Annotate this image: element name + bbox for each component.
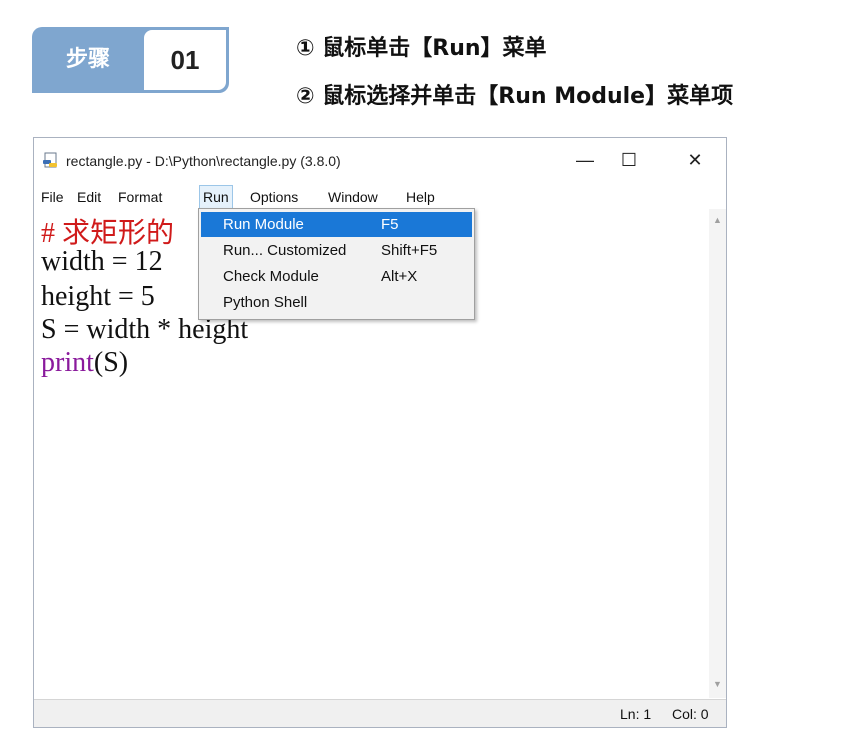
menu-edit[interactable]: Edit — [74, 185, 104, 209]
code-call-args: (S) — [93, 347, 129, 378]
menu-item-shortcut: F5 — [381, 216, 399, 233]
step-number: 01 — [144, 30, 226, 90]
menu-format[interactable]: Format — [115, 185, 165, 209]
scroll-up-icon[interactable]: ▲ — [712, 215, 723, 226]
status-column: Col: 0 — [672, 706, 709, 722]
close-button[interactable]: ✕ — [672, 142, 718, 178]
menu-file[interactable]: File — [38, 185, 67, 209]
menu-item-run-customized[interactable]: Run... Customized Shift+F5 — [201, 238, 472, 263]
code-line-2: width = 12 — [41, 246, 163, 277]
title-bar: rectangle.py - D:\Python\rectangle.py (3… — [34, 138, 726, 182]
menu-item-run-module[interactable]: Run Module F5 — [201, 212, 472, 237]
status-line: Ln: 1 — [620, 706, 652, 722]
menu-help[interactable]: Help — [403, 185, 438, 209]
instruction-2: ② 鼠标选择并单击【Run Module】菜单项 — [296, 84, 734, 109]
menu-item-shortcut: Alt+X — [381, 268, 418, 285]
menu-options[interactable]: Options — [247, 185, 301, 209]
menu-item-check-module[interactable]: Check Module Alt+X — [201, 264, 472, 289]
menu-window[interactable]: Window — [325, 185, 381, 209]
code-line-1: # 求矩形的 — [41, 218, 175, 249]
code-line-5: print(S) — [41, 347, 128, 379]
scroll-down-icon[interactable]: ▼ — [712, 679, 723, 690]
run-menu-dropdown: Run Module F5 Run... Customized Shift+F5… — [198, 208, 475, 320]
instruction-1: ① 鼠标单击【Run】菜单 — [296, 36, 547, 61]
code-builtin-print: print — [41, 347, 94, 378]
vertical-scrollbar[interactable]: ▲ ▼ — [709, 209, 726, 698]
menu-item-python-shell[interactable]: Python Shell — [201, 290, 472, 315]
minimize-button[interactable]: — — [562, 142, 608, 178]
menu-item-label: Run Module — [223, 216, 304, 233]
menu-item-label: Python Shell — [223, 294, 308, 311]
menu-bar: File Edit Format Run Options Window Help — [34, 184, 726, 210]
status-bar: Ln: 1 Col: 0 — [34, 699, 726, 727]
menu-run[interactable]: Run — [199, 185, 233, 209]
step-label: 步骤 — [65, 47, 110, 72]
maximize-button[interactable]: ☐ — [606, 142, 652, 178]
menu-item-label: Check Module — [223, 268, 319, 285]
menu-item-shortcut: Shift+F5 — [381, 242, 438, 259]
menu-item-label: Run... Customized — [223, 242, 347, 259]
code-line-3: height = 5 — [41, 281, 155, 312]
step-badge: 步骤 01 — [32, 27, 229, 93]
python-file-icon — [43, 152, 57, 168]
window-title: rectangle.py - D:\Python\rectangle.py (3… — [66, 153, 341, 169]
